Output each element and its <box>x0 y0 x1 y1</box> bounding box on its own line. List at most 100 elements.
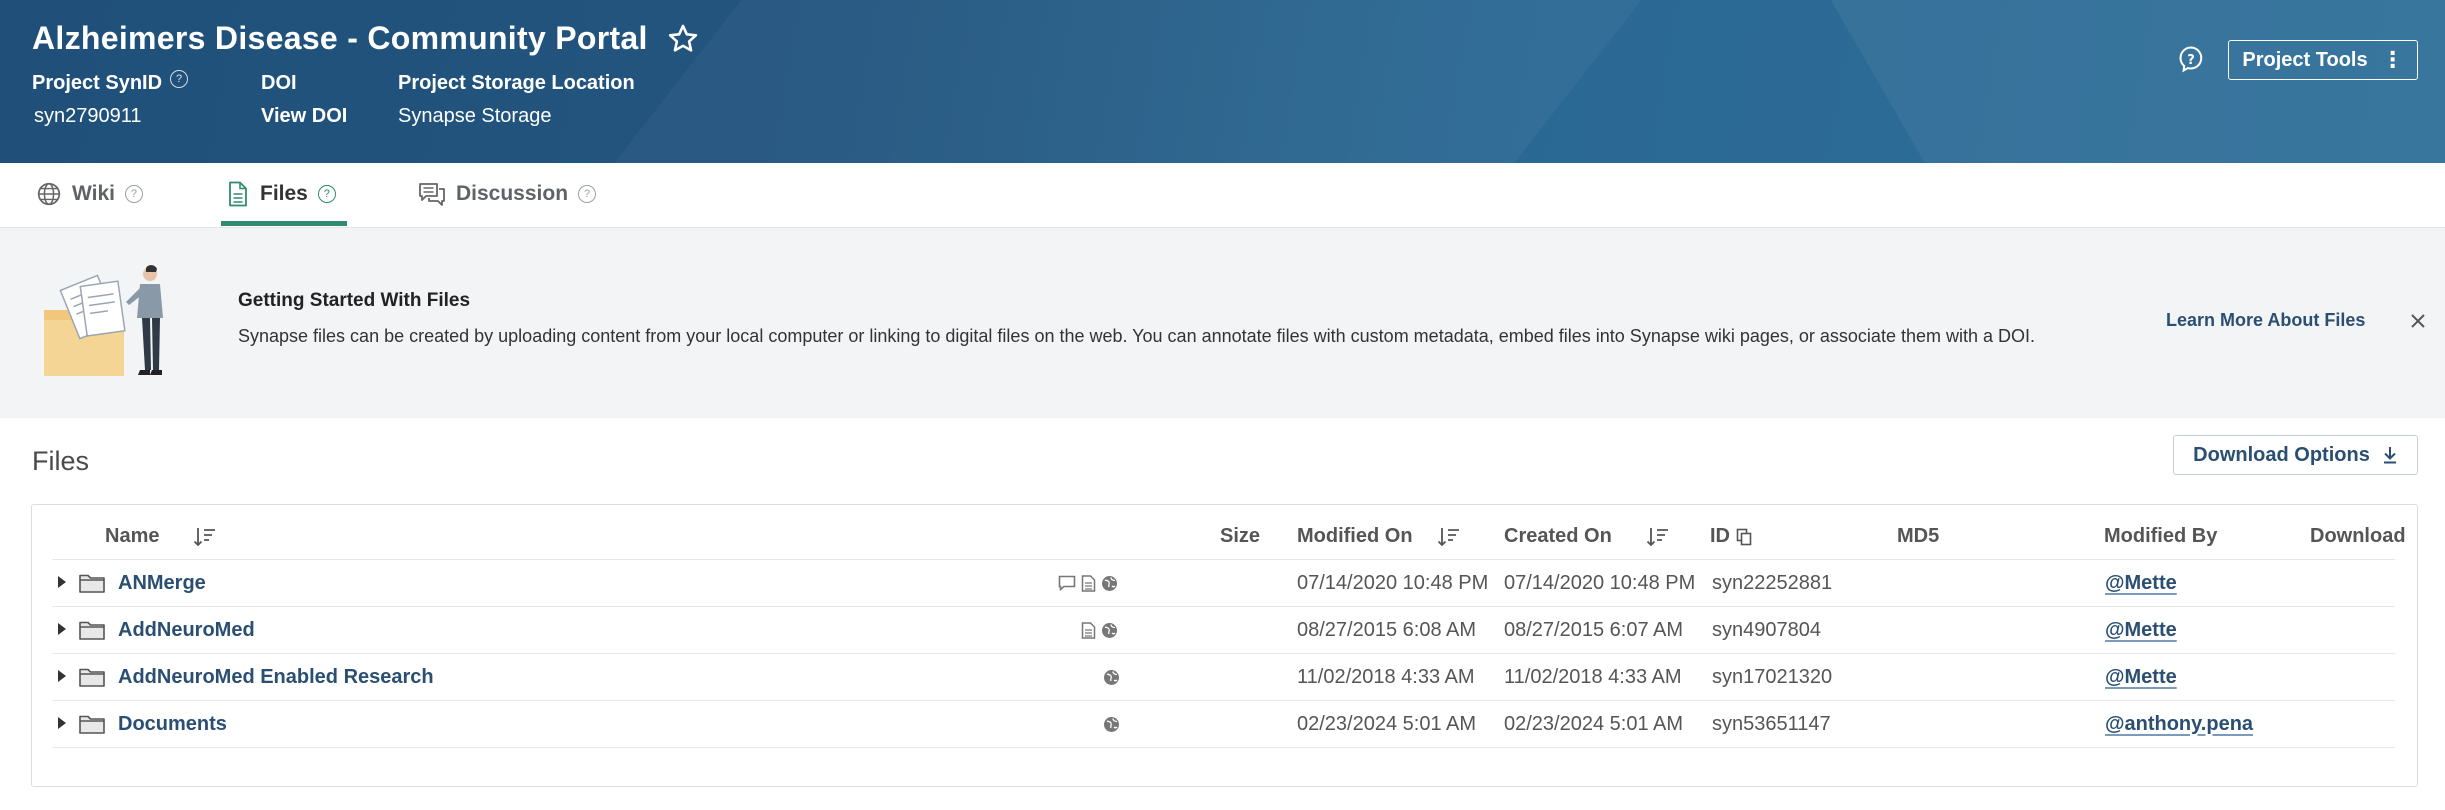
modified-on-cell: 02/23/2024 5:01 AM <box>1297 712 1477 735</box>
expand-caret-icon[interactable] <box>58 717 66 729</box>
folder-icon <box>79 621 105 640</box>
id-cell: syn22252881 <box>1712 571 1833 594</box>
folder-icon <box>79 574 105 593</box>
header-decoration <box>1807 0 2445 163</box>
modified-by-link[interactable]: @Mette <box>2105 607 2177 653</box>
tab-discussion[interactable]: Discussion ? <box>418 163 597 225</box>
folder-icon <box>79 715 105 734</box>
public-icon[interactable] <box>1103 716 1120 733</box>
expand-caret-icon[interactable] <box>58 623 66 635</box>
table-row[interactable]: AddNeuroMed Enabled Research 11/02/2018 … <box>32 654 2417 700</box>
synid-value: syn2790911 <box>34 105 142 127</box>
table-row[interactable]: Documents 02/23/2024 5:01 AM 02/23/2024 … <box>32 701 2417 747</box>
created-on-cell: 02/23/2024 5:01 AM <box>1504 712 1684 735</box>
expand-caret-icon[interactable] <box>58 670 66 682</box>
row-badges <box>1081 607 1118 653</box>
files-section-title: Files <box>32 446 90 476</box>
created-on-cell: 08/27/2015 6:07 AM <box>1504 618 1684 641</box>
project-tools-button[interactable]: Project Tools ⋮ <box>2228 40 2418 80</box>
row-badges <box>1103 701 1120 747</box>
file-name-link[interactable]: AddNeuroMed Enabled Research <box>118 654 434 700</box>
synid-block: Project SynID? syn2790911 <box>32 69 189 128</box>
kebab-icon: ⋮ <box>2381 47 2404 72</box>
modified-on-cell: 11/02/2018 4:33 AM <box>1297 665 1475 688</box>
column-header-modified-on[interactable]: Modified On <box>1297 525 1461 548</box>
column-header-modified-by[interactable]: Modified By <box>2104 525 2217 548</box>
column-name-label: Name <box>105 525 160 547</box>
column-header-md5[interactable]: MD5 <box>1897 525 1939 548</box>
folder-icon <box>79 668 105 687</box>
download-icon <box>2383 447 2396 464</box>
row-badges <box>1103 654 1120 700</box>
help-icon[interactable]: ? <box>317 185 336 203</box>
column-header-download[interactable]: Download <box>2310 525 2406 548</box>
modified-on-cell: 08/27/2015 6:08 AM <box>1297 618 1477 641</box>
wiki-icon[interactable] <box>1081 621 1096 639</box>
file-name-link[interactable]: Documents <box>118 701 227 747</box>
modified-by-link[interactable]: @Mette <box>2105 560 2177 606</box>
column-modified-on-label: Modified On <box>1297 525 1413 547</box>
synid-label: Project SynID <box>32 72 163 94</box>
discussion-icon <box>419 183 445 206</box>
row-badges <box>1058 560 1118 606</box>
row-divider <box>52 747 2395 748</box>
star-icon[interactable] <box>666 22 700 56</box>
help-icon[interactable]: ? <box>578 185 597 203</box>
tab-wiki-label: Wiki <box>72 182 115 205</box>
public-icon[interactable] <box>1101 575 1118 592</box>
tab-wiki[interactable]: Wiki ? <box>36 163 143 225</box>
created-on-cell: 11/02/2018 4:33 AM <box>1504 665 1682 688</box>
doi-label: DOI <box>261 72 297 94</box>
copy-icon[interactable] <box>1736 528 1752 546</box>
banner-title: Getting Started With Files <box>238 290 471 311</box>
tab-files-label: Files <box>260 182 308 205</box>
modified-by-link[interactable]: @Mette <box>2105 654 2177 700</box>
close-icon[interactable] <box>2409 312 2427 330</box>
expand-caret-icon[interactable] <box>58 576 66 588</box>
globe-icon <box>37 182 61 206</box>
project-tools-label: Project Tools <box>2242 48 2368 71</box>
help-chat-icon[interactable]: ? <box>2177 45 2205 73</box>
download-options-label: Download Options <box>2193 443 2370 466</box>
column-id-label: ID <box>1710 525 1730 547</box>
project-title: Alzheimers Disease - Community Portal <box>32 20 648 56</box>
sort-icon[interactable] <box>1437 526 1461 548</box>
column-header-name[interactable]: Name <box>105 525 217 548</box>
doi-block: DOI View DOI <box>261 72 347 128</box>
wiki-icon[interactable] <box>1081 574 1096 592</box>
table-row[interactable]: ANMerge 07/14/2020 10:48 PM 07/14/2020 1… <box>32 560 2417 606</box>
column-created-on-label: Created On <box>1504 525 1612 547</box>
view-doi-link[interactable]: View DOI <box>261 105 347 128</box>
column-header-id[interactable]: ID <box>1710 525 1752 548</box>
discussion-icon[interactable] <box>1058 575 1076 591</box>
getting-started-banner: Getting Started With Files Synapse files… <box>0 228 2445 418</box>
help-icon[interactable]: ? <box>170 69 189 88</box>
public-icon[interactable] <box>1101 622 1118 639</box>
learn-more-link[interactable]: Learn More About Files <box>2166 310 2365 331</box>
created-on-cell: 07/14/2020 10:48 PM <box>1504 571 1696 594</box>
help-icon[interactable]: ? <box>124 185 143 203</box>
storage-label: Project Storage Location <box>398 72 635 94</box>
file-name-link[interactable]: AddNeuroMed <box>118 607 255 653</box>
file-icon <box>229 181 247 207</box>
public-icon[interactable] <box>1103 669 1120 686</box>
tab-bar: Wiki ? Files ? Discussion ? <box>0 163 2445 228</box>
id-cell: syn53651147 <box>1712 712 1831 735</box>
svg-text:?: ? <box>2187 53 2195 68</box>
table-row[interactable]: AddNeuroMed 08/27/2015 6:08 AM 08/27/201… <box>32 607 2417 653</box>
files-illustration <box>44 265 163 376</box>
tab-files[interactable]: Files ? <box>226 163 336 225</box>
modified-on-cell: 07/14/2020 10:48 PM <box>1297 571 1489 594</box>
sort-icon[interactable] <box>1646 526 1670 548</box>
download-options-button[interactable]: Download Options <box>2173 435 2418 475</box>
modified-by-link[interactable]: @anthony.pena <box>2105 701 2253 747</box>
files-table: Name Size Modified On Created On ID MD5 … <box>31 504 2418 787</box>
file-name-link[interactable]: ANMerge <box>118 560 206 606</box>
column-header-size[interactable]: Size <box>1220 525 1260 548</box>
id-cell: syn17021320 <box>1712 665 1833 688</box>
banner-text: Synapse files can be created by uploadin… <box>238 326 2035 346</box>
sort-icon[interactable] <box>193 526 217 548</box>
active-tab-indicator <box>221 221 347 226</box>
project-header: Alzheimers Disease - Community Portal Pr… <box>0 0 2445 163</box>
column-header-created-on[interactable]: Created On <box>1504 525 1670 548</box>
